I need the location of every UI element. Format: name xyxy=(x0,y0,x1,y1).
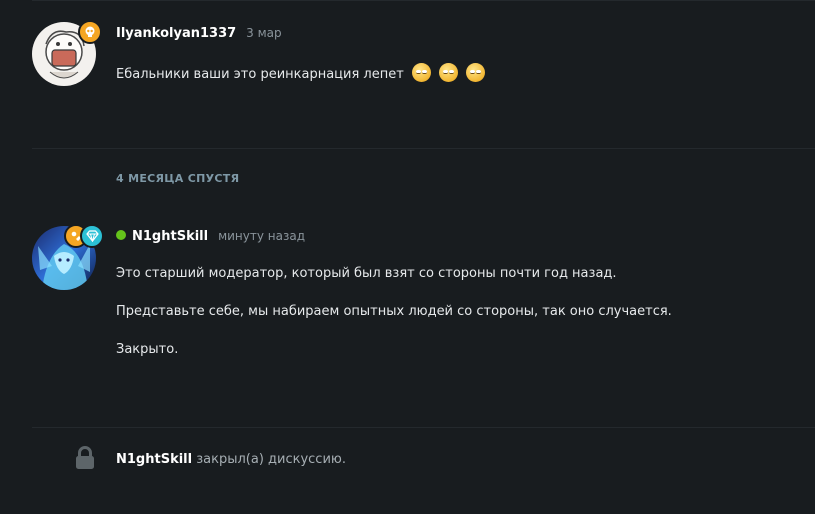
post-divider xyxy=(32,148,815,149)
username[interactable]: N1ghtSkill xyxy=(132,229,208,244)
post-time[interactable]: 3 мар xyxy=(246,26,281,40)
post-text: Ебальники ваши это реинкарнация лепет xyxy=(116,67,404,82)
post-2-header: N1ghtSkill минуту назад xyxy=(116,229,305,244)
event-text: N1ghtSkill закрыл(а) дискуссию. xyxy=(116,452,346,467)
eyeroll-emoji-icon xyxy=(439,63,459,82)
time-gap-label: 4 МЕСЯЦА СПУСТЯ xyxy=(116,172,240,185)
lock-icon xyxy=(74,446,96,474)
event-divider xyxy=(32,427,815,428)
event-username[interactable]: N1ghtSkill xyxy=(116,452,192,467)
online-status-icon xyxy=(116,230,126,240)
eyeroll-emoji-icon xyxy=(466,63,486,82)
post-paragraph-3: Закрыто. xyxy=(116,342,179,357)
username[interactable]: Ilyankolyan1337 xyxy=(116,26,236,41)
post-1-avatar-wrap[interactable] xyxy=(32,20,102,86)
post-1: Ilyankolyan1337 3 мар Ебальники ваши это… xyxy=(0,0,815,148)
skull-badge-icon[interactable] xyxy=(78,20,102,44)
post-2: N1ghtSkill минуту назад Это старший моде… xyxy=(0,218,815,418)
post-paragraph-1: Это старший модератор, который был взят … xyxy=(116,266,617,281)
post-1-header: Ilyankolyan1337 3 мар xyxy=(116,26,282,41)
event-action-text: закрыл(а) дискуссию. xyxy=(196,452,346,467)
post-2-avatar-wrap[interactable] xyxy=(32,224,104,290)
post-paragraph-2: Представьте себе, мы набираем опытных лю… xyxy=(116,304,672,319)
diamond-badge-icon[interactable] xyxy=(80,224,104,248)
eyeroll-emoji-icon xyxy=(411,63,431,82)
post-1-text: Ебальники ваши это реинкарнация лепет xyxy=(116,63,486,82)
post-time[interactable]: минуту назад xyxy=(218,229,305,243)
